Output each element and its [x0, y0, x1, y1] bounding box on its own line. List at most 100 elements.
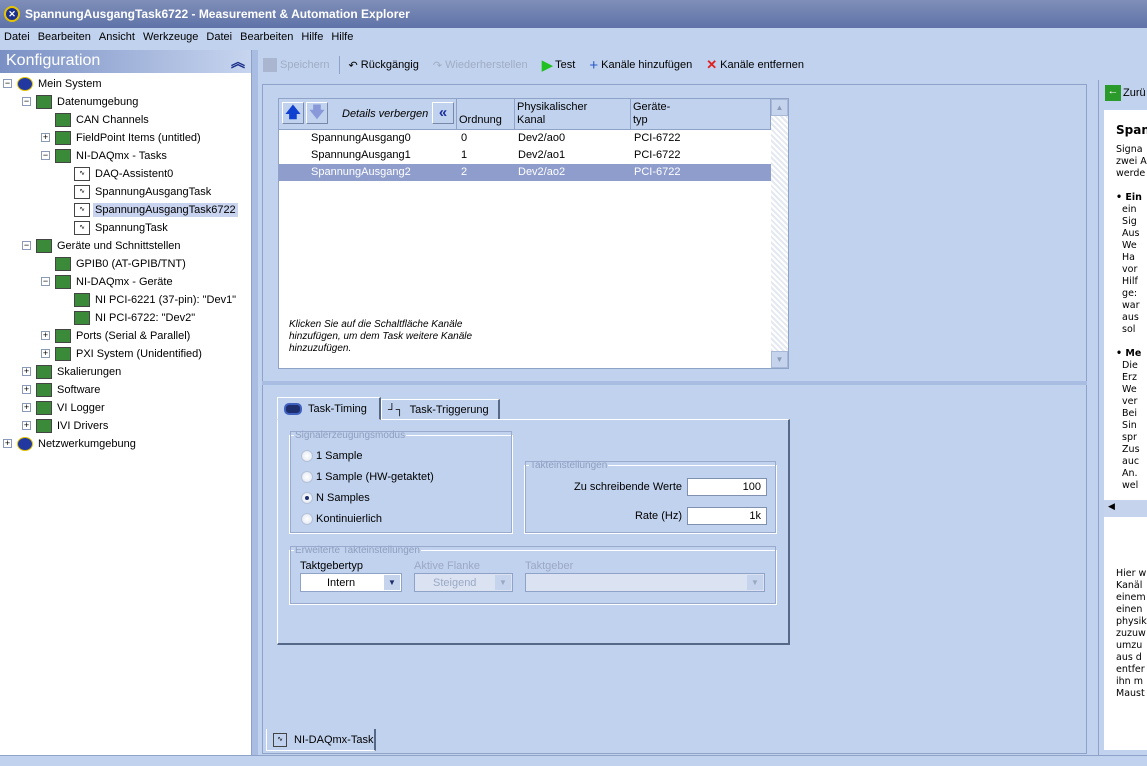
- channel-list-scrollbar[interactable]: ▲ ▼: [771, 99, 788, 368]
- rate-input[interactable]: 1k: [687, 507, 767, 525]
- tree-item[interactable]: IVI Drivers: [36, 417, 110, 435]
- back-button[interactable]: ← Zurü: [1105, 85, 1146, 101]
- device-type-header[interactable]: Geräte-typ: [631, 99, 771, 130]
- expand-icon[interactable]: +: [22, 421, 31, 430]
- collapse-icon[interactable]: −: [22, 97, 31, 106]
- panel-splitter[interactable]: [252, 50, 258, 755]
- channel-row[interactable]: SpannungAusgang0 0 Dev2/ao0 PCI-6722: [279, 130, 771, 147]
- hide-details-label[interactable]: Details verbergen: [342, 108, 428, 120]
- help-line: Bei: [1116, 408, 1138, 419]
- scroll-down-icon[interactable]: ▼: [771, 351, 788, 368]
- menu-werkzeuge[interactable]: Werkzeuge: [139, 31, 202, 43]
- tree-item[interactable]: Mein System: [17, 75, 104, 93]
- tree-item[interactable]: VI Logger: [36, 399, 107, 417]
- tree-item[interactable]: PXI System (Unidentified): [55, 345, 204, 363]
- horizontal-splitter[interactable]: [262, 381, 1087, 385]
- clock-source-select[interactable]: ▼: [525, 573, 765, 592]
- scales-icon: [36, 365, 52, 379]
- device-icon: [74, 293, 90, 307]
- tab-task-timing[interactable]: Task-Timing: [277, 397, 381, 420]
- tree-item[interactable]: Software: [36, 381, 102, 399]
- channel-row[interactable]: SpannungAusgang1 1 Dev2/ao1 PCI-6722: [279, 147, 771, 164]
- expand-icon[interactable]: +: [41, 331, 50, 340]
- tree-item[interactable]: ∿ SpannungTask: [74, 219, 170, 237]
- remove-channels-button[interactable]: ✕ Kanäle entfernen: [701, 55, 809, 75]
- clock-icon: [284, 402, 302, 415]
- tab-task-triggering[interactable]: ┘┐ Task-Triggerung: [381, 399, 500, 419]
- menu-hilfe-2[interactable]: Hilfe: [327, 31, 357, 43]
- tree-item[interactable]: GPIB0 (AT-GPIB/TNT): [55, 255, 188, 273]
- scroll-left-icon[interactable]: ◀: [1104, 501, 1115, 511]
- help-line: auc: [1116, 456, 1140, 467]
- expand-icon[interactable]: +: [3, 439, 12, 448]
- mode-radio[interactable]: 1 Sample (HW-getaktet): [301, 471, 434, 483]
- help-line: Hilf: [1116, 276, 1138, 287]
- tree-item[interactable]: ∿ DAQ-Assistent0: [74, 165, 175, 183]
- clock-type-select[interactable]: Intern ▼: [300, 573, 402, 592]
- tree-item[interactable]: FieldPoint Items (untitled): [55, 129, 203, 147]
- menu-bearbeiten[interactable]: Bearbeiten: [34, 31, 95, 43]
- tree-item[interactable]: ∿ SpannungAusgangTask6722: [74, 201, 238, 219]
- menu-datei[interactable]: Datei: [0, 31, 34, 43]
- cell-device: PCI-6722: [634, 132, 681, 144]
- help-line: zwei A: [1116, 156, 1147, 167]
- add-channels-button[interactable]: + Kanäle hinzufügen: [584, 55, 697, 75]
- plus-icon: +: [589, 56, 599, 74]
- tree-item[interactable]: Skalierungen: [36, 363, 123, 381]
- tree-item[interactable]: Netzwerkumgebung: [17, 435, 138, 453]
- undo-button[interactable]: ↶ Rückgängig: [344, 55, 424, 75]
- expand-icon[interactable]: +: [41, 349, 50, 358]
- task-icon: ∿: [74, 167, 90, 181]
- order-header[interactable]: Ordnung: [457, 99, 515, 130]
- tree-item[interactable]: NI PCI-6722: "Dev2": [74, 309, 197, 327]
- redo-button[interactable]: ↷ Wiederherstellen: [428, 55, 533, 75]
- tree-item[interactable]: NI-DAQmx - Tasks: [55, 147, 169, 165]
- tree-item[interactable]: ∿ SpannungAusgangTask: [74, 183, 213, 201]
- expand-icon[interactable]: +: [41, 133, 50, 142]
- collapse-chevron-icon[interactable]: ︽: [231, 52, 245, 71]
- help-line: ein: [1116, 204, 1137, 215]
- tasks-folder-icon: [55, 149, 71, 163]
- collapse-icon[interactable]: −: [41, 277, 50, 286]
- menu-datei-2[interactable]: Datei: [202, 31, 236, 43]
- samples-input[interactable]: 100: [687, 478, 767, 496]
- tree-item[interactable]: NI PCI-6221 (37-pin): "Dev1": [74, 291, 238, 309]
- menu-ansicht[interactable]: Ansicht: [95, 31, 139, 43]
- mode-radio[interactable]: Kontinuierlich: [301, 513, 382, 525]
- expand-icon[interactable]: +: [22, 403, 31, 412]
- toolbar: Speichern ↶ Rückgängig ↷ Wiederherstellen …: [258, 54, 1093, 76]
- expand-icon[interactable]: +: [22, 367, 31, 376]
- menu-hilfe[interactable]: Hilfe: [297, 31, 327, 43]
- help-line: We: [1116, 384, 1137, 395]
- tree-item[interactable]: CAN Channels: [55, 111, 151, 129]
- collapse-icon[interactable]: −: [41, 151, 50, 160]
- mode-radio[interactable]: 1 Sample: [301, 450, 362, 462]
- tree-item-label: IVI Drivers: [57, 420, 109, 432]
- menu-bearbeiten-2[interactable]: Bearbeiten: [236, 31, 297, 43]
- tree-item[interactable]: NI-DAQmx - Geräte: [55, 273, 175, 291]
- move-down-button[interactable]: 🡇: [306, 102, 328, 124]
- hide-details-button[interactable]: «: [432, 102, 454, 124]
- physical-channel-header[interactable]: Physikalischer Kanal: [515, 99, 631, 130]
- tree-item[interactable]: Geräte und Schnittstellen: [36, 237, 183, 255]
- collapse-icon[interactable]: −: [22, 241, 31, 250]
- mode-radio[interactable]: N Samples: [301, 492, 370, 504]
- save-button[interactable]: Speichern: [258, 55, 335, 75]
- scroll-up-icon[interactable]: ▲: [771, 99, 788, 116]
- status-bar: [0, 755, 1147, 766]
- tab-daqmx-task[interactable]: ∿ NI-DAQmx-Task: [266, 729, 376, 751]
- dropdown-arrow-icon: ▼: [495, 575, 511, 590]
- tree-item[interactable]: Datenumgebung: [36, 93, 140, 111]
- pxi-icon: [55, 347, 71, 361]
- channel-row[interactable]: SpannungAusgang2 2 Dev2/ao2 PCI-6722: [279, 164, 771, 181]
- expand-icon[interactable]: +: [22, 385, 31, 394]
- tree-item[interactable]: Ports (Serial & Parallel): [55, 327, 192, 345]
- cell-name: SpannungAusgang2: [311, 166, 411, 178]
- collapse-icon[interactable]: −: [3, 79, 12, 88]
- tree-item-label: Mein System: [38, 78, 102, 90]
- move-up-button[interactable]: 🡅: [282, 102, 304, 124]
- test-button[interactable]: ▶ Test: [537, 55, 581, 75]
- active-edge-select[interactable]: Steigend ▼: [414, 573, 513, 592]
- help-hscrollbar[interactable]: ◀: [1104, 500, 1147, 517]
- tree-item-label: CAN Channels: [76, 114, 149, 126]
